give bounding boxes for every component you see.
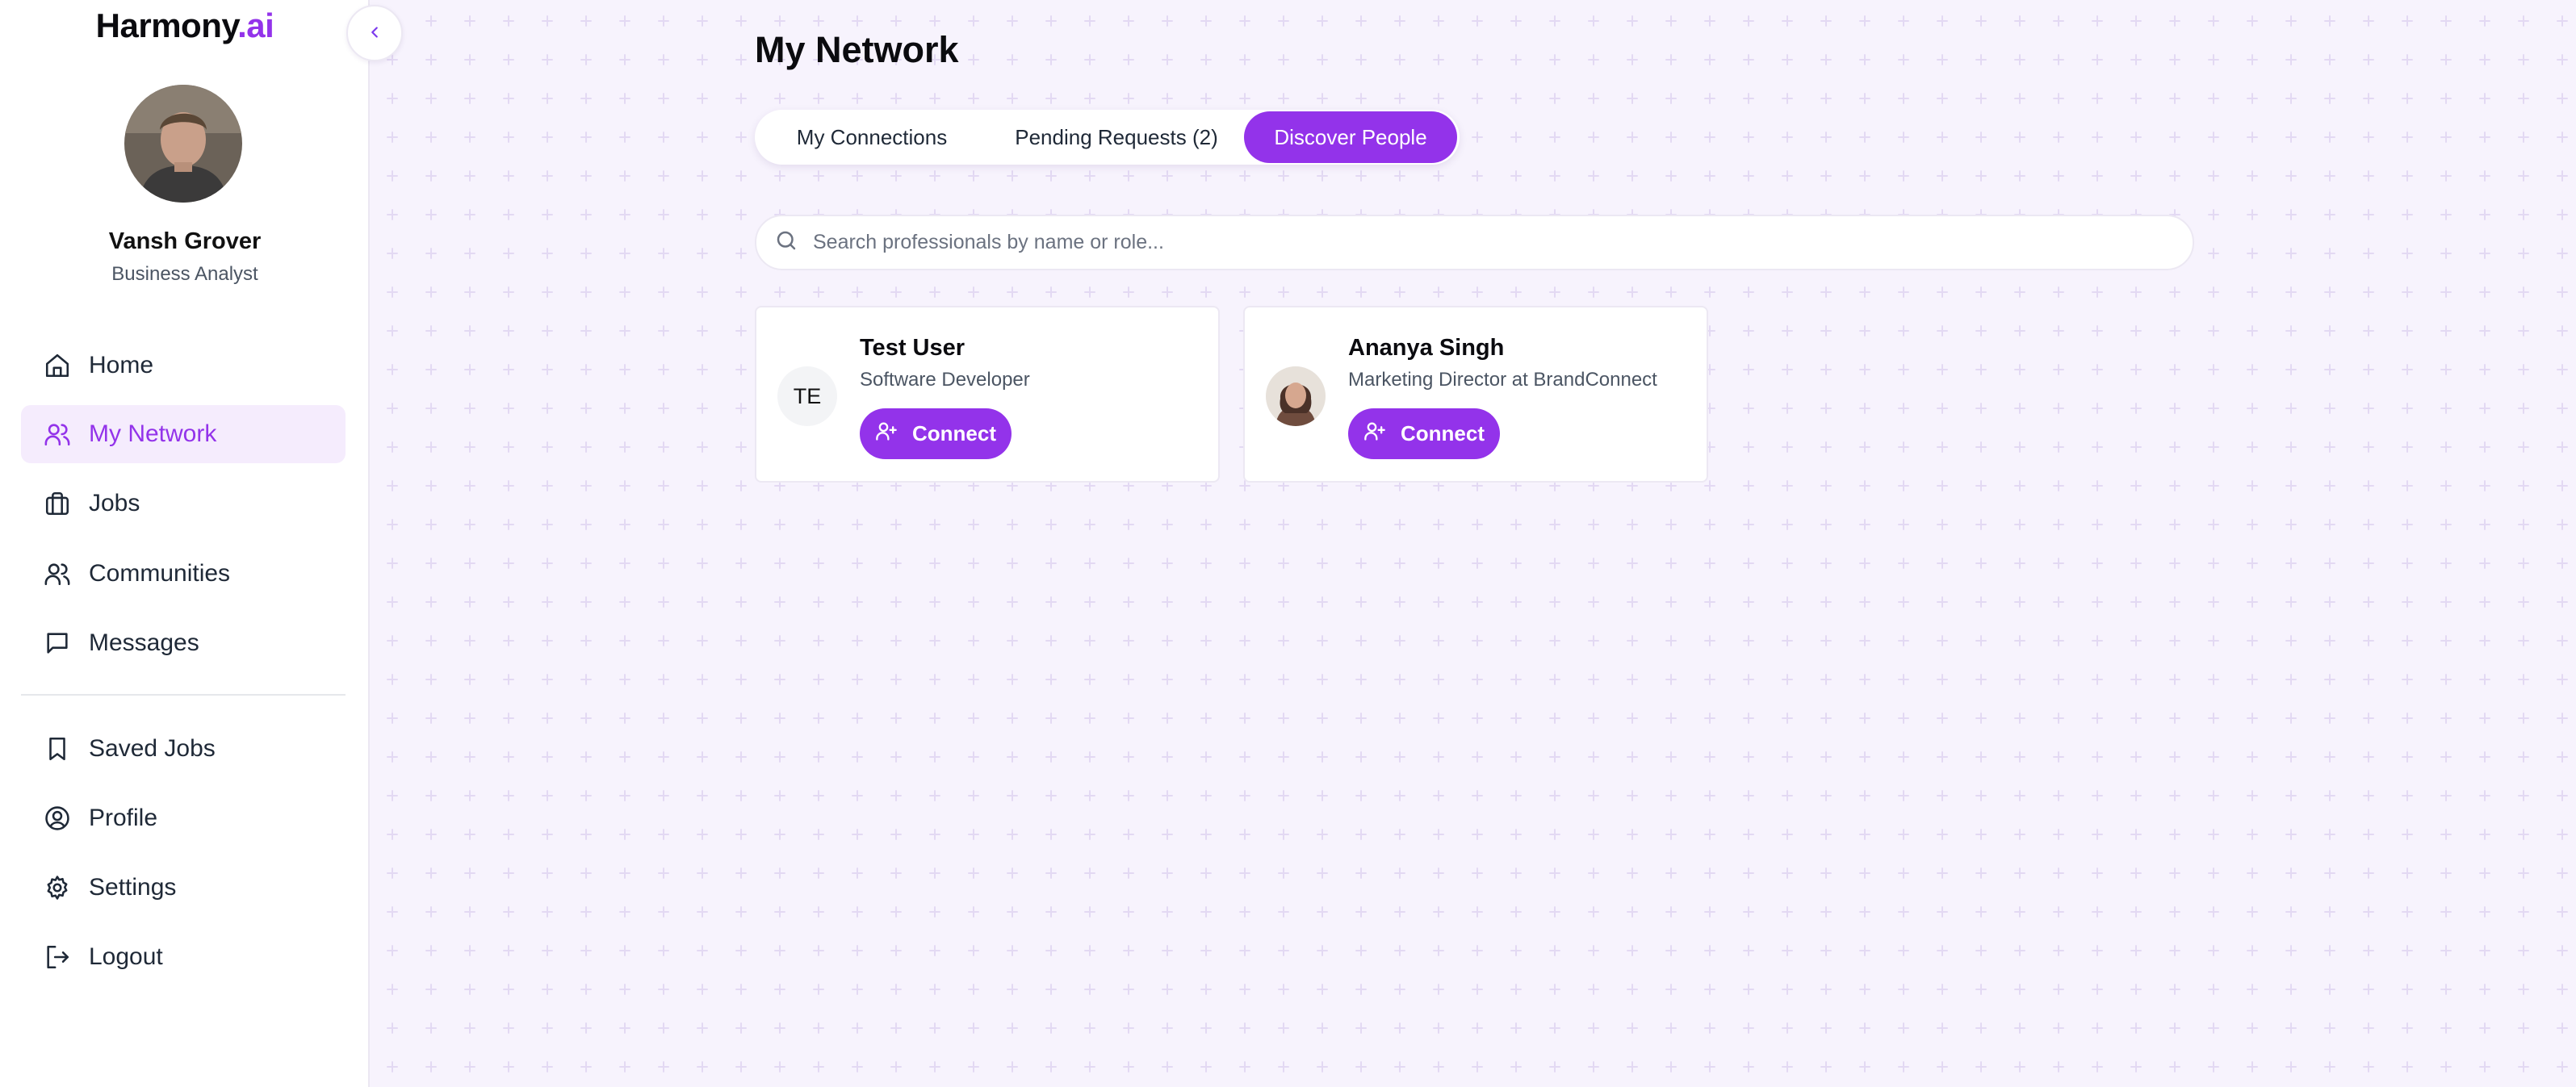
user-role: Business Analyst — [111, 263, 258, 285]
tab-pending-requests[interactable]: Pending Requests (2) — [997, 111, 1236, 163]
page-title: My Network — [755, 29, 959, 70]
users-icon — [44, 420, 71, 448]
tab-my-connections[interactable]: My Connections — [774, 111, 970, 163]
sidebar-item-label: Home — [89, 352, 154, 378]
network-tabs: My Connections Pending Requests (2) Disc… — [755, 110, 1460, 165]
user-plus-icon — [1363, 420, 1386, 448]
collapse-sidebar-button[interactable] — [346, 5, 403, 61]
avatar: TE — [777, 366, 837, 426]
user-avatar[interactable] — [124, 85, 242, 203]
sidebar-item-jobs[interactable]: Jobs — [21, 475, 346, 533]
profile-icon — [44, 805, 71, 832]
sidebar-item-label: Communities — [89, 560, 231, 587]
brand-name: Harmony — [95, 6, 238, 44]
person-card: TE Test User Software Developer Connect — [755, 306, 1220, 483]
sidebar-divider — [21, 694, 346, 696]
person-title: Software Developer — [860, 369, 1030, 391]
brand-suffix: .ai — [237, 6, 274, 44]
sidebar-item-label: Profile — [89, 805, 158, 831]
sidebar-item-profile[interactable]: Profile — [21, 789, 346, 847]
main-content: My Network My Connections Pending Reques… — [371, 0, 2576, 1087]
message-icon — [44, 629, 71, 657]
tab-discover-people[interactable]: Discover People — [1244, 111, 1457, 163]
connect-label: Connect — [1401, 421, 1485, 445]
sidebar: Harmony.ai Vansh Grover Business Analyst… — [0, 0, 370, 1087]
sidebar-item-label: Jobs — [89, 490, 140, 516]
user-plus-icon — [875, 420, 898, 448]
sidebar-item-saved-jobs[interactable]: Saved Jobs — [21, 720, 346, 778]
person-card: Ananya Singh Marketing Director at Brand… — [1243, 306, 1708, 483]
connect-button[interactable]: Connect — [860, 408, 1012, 459]
brand-logo[interactable]: Harmony.ai — [0, 6, 370, 45]
connect-label: Connect — [912, 421, 996, 445]
sidebar-item-messages[interactable]: Messages — [21, 614, 346, 672]
search-icon — [774, 228, 798, 257]
sidebar-item-label: Messages — [89, 629, 199, 656]
search-input[interactable] — [813, 231, 2193, 254]
user-name: Vansh Grover — [108, 228, 262, 254]
sidebar-item-logout[interactable]: Logout — [21, 928, 346, 986]
search-bar — [755, 215, 2194, 270]
sidebar-item-label: Settings — [89, 874, 177, 901]
connect-button[interactable]: Connect — [1348, 408, 1500, 459]
chevron-left-icon — [366, 23, 383, 44]
bookmark-icon — [44, 735, 71, 763]
sidebar-item-settings[interactable]: Settings — [21, 859, 346, 917]
gear-icon — [44, 874, 71, 901]
sidebar-item-my-network[interactable]: My Network — [21, 405, 346, 463]
avatar — [1266, 366, 1326, 426]
home-icon — [44, 352, 71, 379]
sidebar-item-label: Logout — [89, 943, 163, 970]
sidebar-item-communities[interactable]: Communities — [21, 545, 346, 603]
briefcase-icon — [44, 490, 71, 517]
background-pattern — [371, 0, 2576, 1087]
sidebar-item-home[interactable]: Home — [21, 337, 346, 395]
sidebar-item-label: My Network — [89, 420, 217, 447]
community-icon — [44, 560, 71, 587]
person-name[interactable]: Test User — [860, 335, 965, 362]
sidebar-item-label: Saved Jobs — [89, 735, 216, 762]
logout-icon — [44, 943, 71, 971]
person-name[interactable]: Ananya Singh — [1348, 335, 1504, 362]
person-title: Marketing Director at BrandConnect — [1348, 369, 1657, 391]
